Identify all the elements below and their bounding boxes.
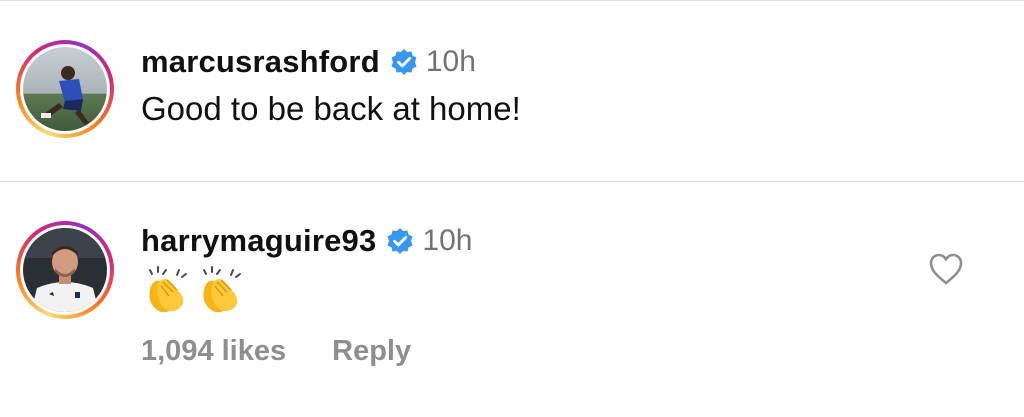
comment-text: 👏👏 [141,264,249,316]
avatar [23,47,107,131]
comment-header: marcusrashford 10h [141,44,476,80]
comment-header: harrymaguire93 10h [141,223,472,259]
verified-badge-icon [386,227,414,255]
timestamp: 10h [422,224,473,257]
username[interactable]: marcusrashford [141,44,380,80]
verified-badge-icon [390,48,418,76]
avatar [23,228,107,312]
top-divider [0,0,1024,1]
avatar-story-ring[interactable] [16,40,114,138]
like-button[interactable] [928,252,964,286]
reply-button[interactable]: Reply [332,335,411,368]
comment-text: Good to be back at home! [141,90,521,127]
username[interactable]: harrymaguire93 [141,223,376,259]
clapping-hands-icon [141,264,193,316]
comment-divider [0,181,1024,182]
avatar-story-ring[interactable] [16,221,114,319]
comment-actions: 1,094 likes Reply [141,335,411,368]
likes-count[interactable]: 1,094 likes [141,335,286,368]
heart-outline-icon [929,253,963,285]
clapping-hands-icon [195,264,247,316]
timestamp: 10h [425,45,476,78]
